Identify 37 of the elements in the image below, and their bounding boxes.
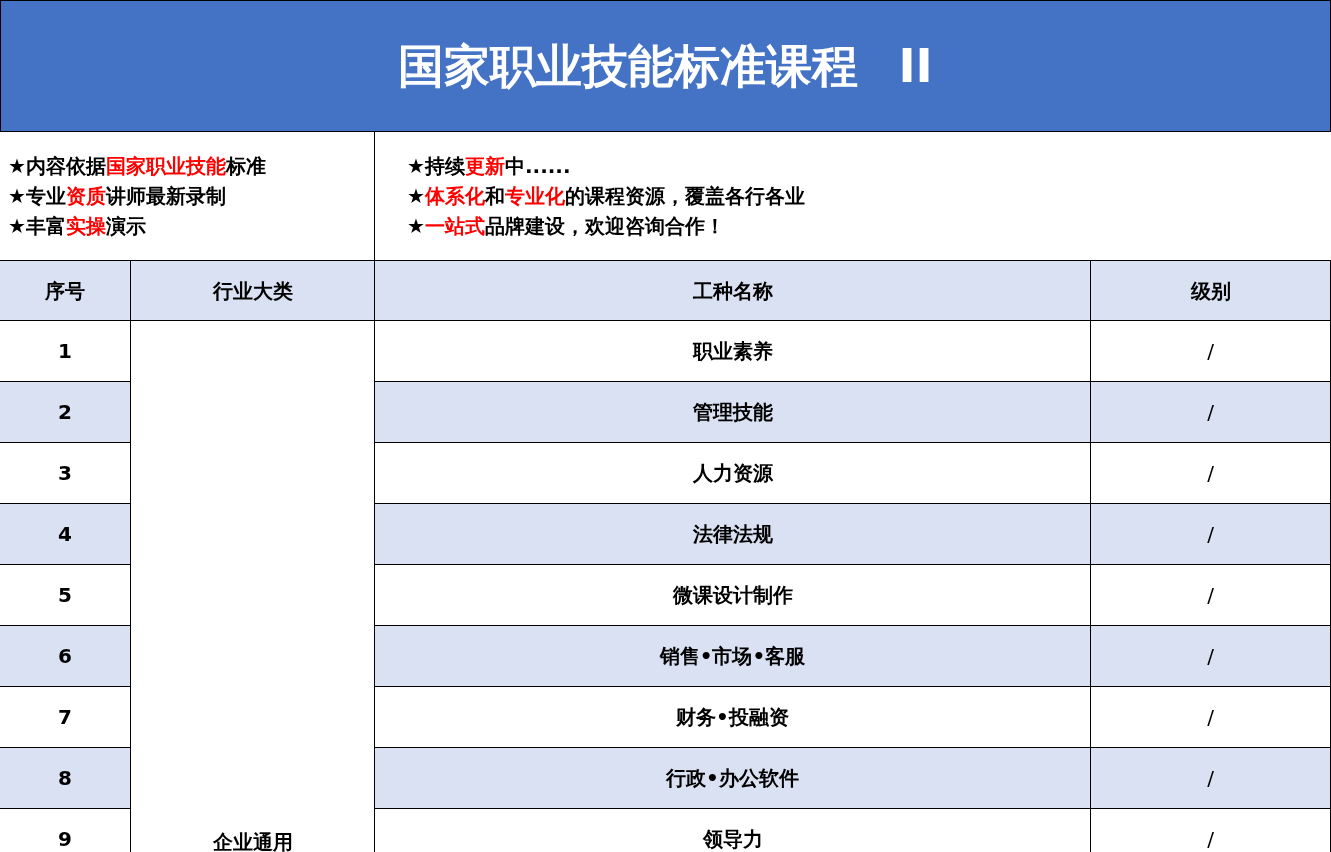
column-header: 行业大类 (131, 261, 375, 321)
category-cell-text: 企业通用 (212, 829, 293, 852)
level-cell: / (1091, 748, 1331, 809)
row-number: 6 (0, 626, 131, 687)
job-name: 财务•投融资 (375, 687, 1091, 748)
title-suffix: II (898, 37, 933, 95)
level-cell: / (1091, 382, 1331, 443)
row-number: 4 (0, 504, 131, 565)
level-cell: / (1091, 504, 1331, 565)
column-header: 工种名称 (375, 261, 1091, 321)
info-line: ★体系化和专业化的课程资源，覆盖各行各业 (407, 183, 806, 210)
row-number: 1 (0, 321, 131, 382)
column-header: 序号 (0, 261, 131, 321)
row-number: 7 (0, 687, 131, 748)
job-name: 管理技能 (375, 382, 1091, 443)
job-name: 人力资源 (375, 443, 1091, 504)
info-line: ★持续更新中...... (407, 153, 572, 180)
title-text: 国家职业技能标准课程 (398, 37, 859, 95)
info-line: ★内容依据国家职业技能标准 (8, 153, 267, 180)
info-line: ★专业资质讲师最新录制 (8, 183, 227, 210)
job-name: 销售•市场•客服 (375, 626, 1091, 687)
info-line: ★丰富实操演示 (8, 213, 147, 240)
job-name: 职业素养 (375, 321, 1091, 382)
level-cell: / (1091, 443, 1331, 504)
column-header: 级别 (1091, 261, 1331, 321)
level-cell: / (1091, 565, 1331, 626)
row-number: 8 (0, 748, 131, 809)
job-name: 微课设计制作 (375, 565, 1091, 626)
row-number: 5 (0, 565, 131, 626)
level-cell: / (1091, 321, 1331, 382)
level-cell: / (1091, 626, 1331, 687)
job-name: 法律法规 (375, 504, 1091, 565)
row-number: 3 (0, 443, 131, 504)
info-line: ★一站式品牌建设，欢迎咨询合作！ (407, 213, 726, 240)
level-cell: / (1091, 687, 1331, 748)
row-number: 2 (0, 382, 131, 443)
job-name: 行政•办公软件 (375, 748, 1091, 809)
